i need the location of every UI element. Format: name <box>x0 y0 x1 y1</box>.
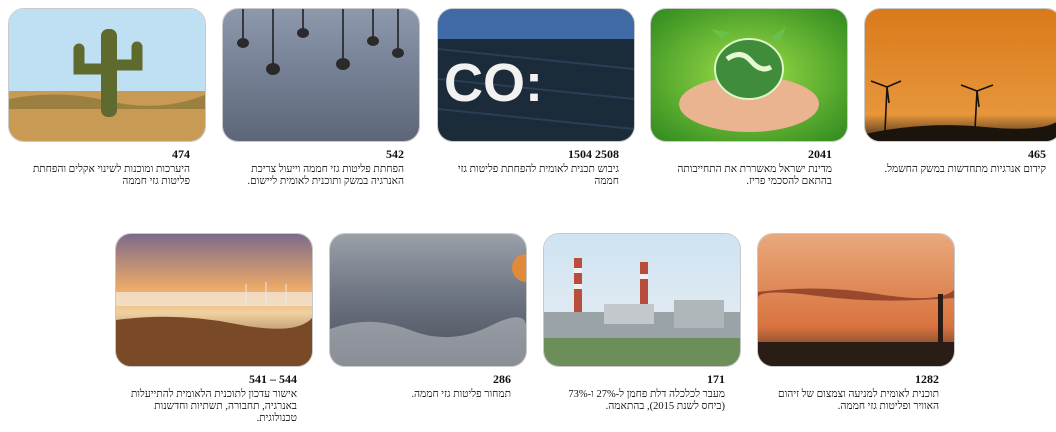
wind-turbines-image <box>864 8 1056 142</box>
card-efficiency-update: 544 – 541 אישור עדכון לתוכנית הלאומית לה… <box>115 233 313 425</box>
card-description: תמחור פליטות גזי חממה. <box>411 389 511 400</box>
card-description: מדינת ישראל מאשררת את התחייבותה בהתאם לה… <box>677 164 832 187</box>
card-climate-preparedness: 474 היערכות ומוכנות לשינוי אקלים והפחתת … <box>8 8 206 188</box>
card-number: 2041 <box>808 147 832 161</box>
card-number: 171 <box>707 372 725 386</box>
desert-cactus-image <box>8 8 206 142</box>
card-description: מעבר לכלכלה דלת פחמן ל-27% ו-73% (ביחס ל… <box>568 389 725 412</box>
card-low-carbon: 171 מעבר לכלכלה דלת פחמן ל-27% ו-73% (בי… <box>543 233 741 413</box>
card-number: 286 <box>493 372 511 386</box>
power-plant-image <box>543 233 741 367</box>
co2-image: CO: <box>437 8 635 142</box>
hands-globe-image <box>650 8 848 142</box>
abstract-image <box>329 233 527 367</box>
card-description: תוכנית לאומית למניעה וצמצום של זיהום האו… <box>778 389 939 412</box>
card-carbon-pricing: 286 תמחור פליטות גזי חממה. <box>329 233 527 401</box>
card-renewable-energy: 465 קידום אנרגיות מתחדשות במשק החשמל. <box>864 8 1056 176</box>
svg-text:CO:: CO: <box>444 53 543 113</box>
card-national-plan: CO: 2508 1504 גיבוש תכנית לאומית להפחתת … <box>437 8 635 188</box>
card-air-pollution: 1282 תוכנית לאומית למניעה וצמצום של זיהו… <box>757 233 955 413</box>
card-number: 474 <box>172 147 190 161</box>
card-number: 542 <box>386 147 404 161</box>
card-description: היערכות ומוכנות לשינוי אקלים והפחתת פליט… <box>32 164 190 187</box>
card-paris-agreement: 2041 מדינת ישראל מאשררת את התחייבותה בהת… <box>650 8 848 188</box>
card-energy-efficiency: 542 הפחתת פליטות גזי חממה וייעול צריכת ה… <box>222 8 420 188</box>
card-number: 544 – 541 <box>249 372 297 386</box>
hanging-bulbs-image <box>222 8 420 142</box>
card-number: 2508 1504 <box>568 147 619 161</box>
card-description: הפחתת פליטות גזי חממה וייעול צריכת האנרג… <box>247 164 405 187</box>
card-description: קידום אנרגיות מתחדשות במשק החשמל. <box>884 164 1046 175</box>
smokestack-image <box>757 233 955 367</box>
card-description: גיבוש תכנית לאומית להפחתת פליטות גזי חממ… <box>457 164 619 187</box>
misty-landscape-image <box>115 233 313 367</box>
card-number: 465 <box>1028 147 1046 161</box>
card-description: אישור עדכון לתוכנית הלאומית להתייעלות בא… <box>130 389 297 424</box>
card-number: 1282 <box>915 372 939 386</box>
